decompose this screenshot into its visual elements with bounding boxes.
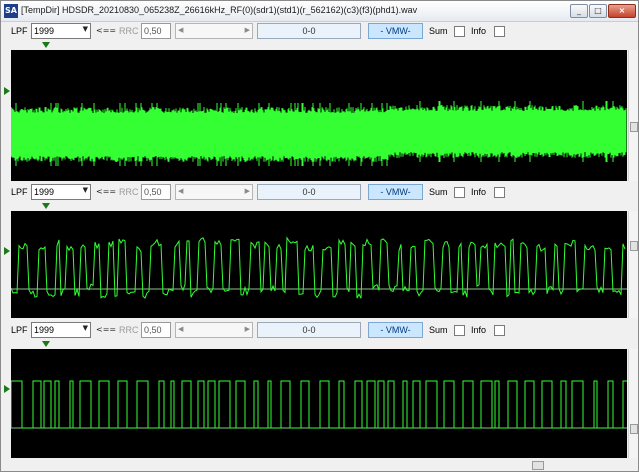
scroll-thumb[interactable]: [630, 424, 638, 434]
rrc-label: RRC: [119, 187, 139, 197]
lpf-label: LPF: [11, 325, 28, 335]
maximize-button[interactable]: □: [589, 4, 607, 18]
vertical-scrollbar[interactable]: [628, 50, 638, 181]
chevron-down-icon[interactable]: ▼: [83, 324, 88, 332]
chevron-down-icon[interactable]: ▼: [83, 25, 88, 33]
panel-2-toolbar: LPF 1999 ▼ <== RRC 0,50 ◀ ▶ 0-0 - VMW- S…: [1, 183, 638, 202]
rrc-label: RRC: [119, 26, 139, 36]
rrc-label: RRC: [119, 325, 139, 335]
rrc-input[interactable]: 0,50: [141, 184, 171, 200]
vmw-button[interactable]: - VMW-: [368, 322, 423, 338]
waveform-scope[interactable]: [11, 50, 627, 181]
range-counter: 0-0: [257, 322, 361, 338]
waveform-trace: [11, 236, 627, 299]
lpf-label: LPF: [11, 187, 28, 197]
sum-checkbox[interactable]: [454, 26, 465, 37]
copy-left-button[interactable]: <==: [96, 325, 116, 334]
signal-trace: [11, 380, 627, 429]
lpf-value: 1999: [34, 187, 55, 197]
panel-1-toolbar: LPF 1999 ▼ <== RRC 0,50 ◀ ▶ 0-0 - VMW- S…: [1, 22, 638, 41]
waveform-trace: [11, 101, 627, 166]
rrc-input[interactable]: 0,50: [141, 23, 171, 39]
horizontal-scrollbar[interactable]: [1, 459, 638, 471]
scroll-thumb[interactable]: [630, 122, 638, 132]
lpf-value: 1999: [34, 26, 55, 36]
scroll-thumb[interactable]: [532, 461, 544, 470]
scroll-thumb[interactable]: [630, 241, 638, 251]
rrc-slider[interactable]: ◀ ▶: [175, 23, 253, 39]
lpf-value: 1999: [34, 325, 55, 335]
sum-label: Sum: [429, 26, 448, 36]
copy-left-button[interactable]: <==: [96, 187, 116, 196]
cursor-marker-icon[interactable]: [42, 341, 50, 347]
sum-label: Sum: [429, 187, 448, 197]
slider-left-icon[interactable]: ◀: [178, 187, 183, 195]
level-marker-icon[interactable]: [4, 87, 10, 95]
panel-1-scope-frame: [1, 41, 638, 181]
slider-right-icon[interactable]: ▶: [245, 187, 250, 195]
lpf-dropdown[interactable]: 1999 ▼: [31, 184, 91, 200]
window-title: [TempDir] HDSDR_20210830_065238Z_26616kH…: [21, 5, 418, 15]
sum-label: Sum: [429, 325, 448, 335]
lpf-dropdown[interactable]: 1999 ▼: [31, 322, 91, 338]
slider-right-icon[interactable]: ▶: [245, 26, 250, 34]
info-checkbox[interactable]: [494, 187, 505, 198]
panel-2-scope-frame: [1, 202, 638, 318]
info-checkbox[interactable]: [494, 325, 505, 336]
range-counter: 0-0: [257, 23, 361, 39]
range-counter: 0-0: [257, 184, 361, 200]
waveform-scope[interactable]: [11, 211, 627, 318]
panel-3-scope-frame: [1, 340, 638, 458]
info-label: Info: [471, 187, 487, 197]
waveform-scope[interactable]: [11, 349, 627, 458]
signal-trace: [11, 101, 627, 166]
sum-checkbox[interactable]: [454, 187, 465, 198]
rrc-input[interactable]: 0,50: [141, 322, 171, 338]
sum-checkbox[interactable]: [454, 325, 465, 336]
vmw-button[interactable]: - VMW-: [368, 184, 423, 200]
rrc-slider[interactable]: ◀ ▶: [175, 322, 253, 338]
slider-left-icon[interactable]: ◀: [178, 325, 183, 333]
app-window: SA [TempDir] HDSDR_20210830_065238Z_2661…: [0, 0, 639, 472]
level-marker-icon[interactable]: [4, 247, 10, 255]
slider-left-icon[interactable]: ◀: [178, 26, 183, 34]
chevron-down-icon[interactable]: ▼: [83, 186, 88, 194]
app-icon: SA: [4, 4, 18, 18]
info-label: Info: [471, 26, 487, 36]
lpf-label: LPF: [11, 26, 28, 36]
info-label: Info: [471, 325, 487, 335]
cursor-marker-icon[interactable]: [42, 42, 50, 48]
panel-3-toolbar: LPF 1999 ▼ <== RRC 0,50 ◀ ▶ 0-0 - VMW- S…: [1, 321, 638, 340]
title-bar[interactable]: SA [TempDir] HDSDR_20210830_065238Z_2661…: [1, 1, 638, 22]
time-ruler[interactable]: [1, 340, 638, 349]
close-button[interactable]: ×: [608, 4, 636, 18]
time-ruler[interactable]: [1, 41, 638, 50]
minimize-button[interactable]: _: [570, 4, 588, 18]
copy-left-button[interactable]: <==: [96, 26, 116, 35]
cursor-marker-icon[interactable]: [42, 203, 50, 209]
vmw-button[interactable]: - VMW-: [368, 23, 423, 39]
waveform-trace: [11, 380, 627, 429]
lpf-dropdown[interactable]: 1999 ▼: [31, 23, 91, 39]
time-ruler[interactable]: [1, 202, 638, 211]
vertical-scrollbar[interactable]: [628, 349, 638, 458]
vertical-scrollbar[interactable]: [628, 211, 638, 318]
level-marker-icon[interactable]: [4, 385, 10, 393]
slider-right-icon[interactable]: ▶: [245, 325, 250, 333]
info-checkbox[interactable]: [494, 26, 505, 37]
rrc-slider[interactable]: ◀ ▶: [175, 184, 253, 200]
